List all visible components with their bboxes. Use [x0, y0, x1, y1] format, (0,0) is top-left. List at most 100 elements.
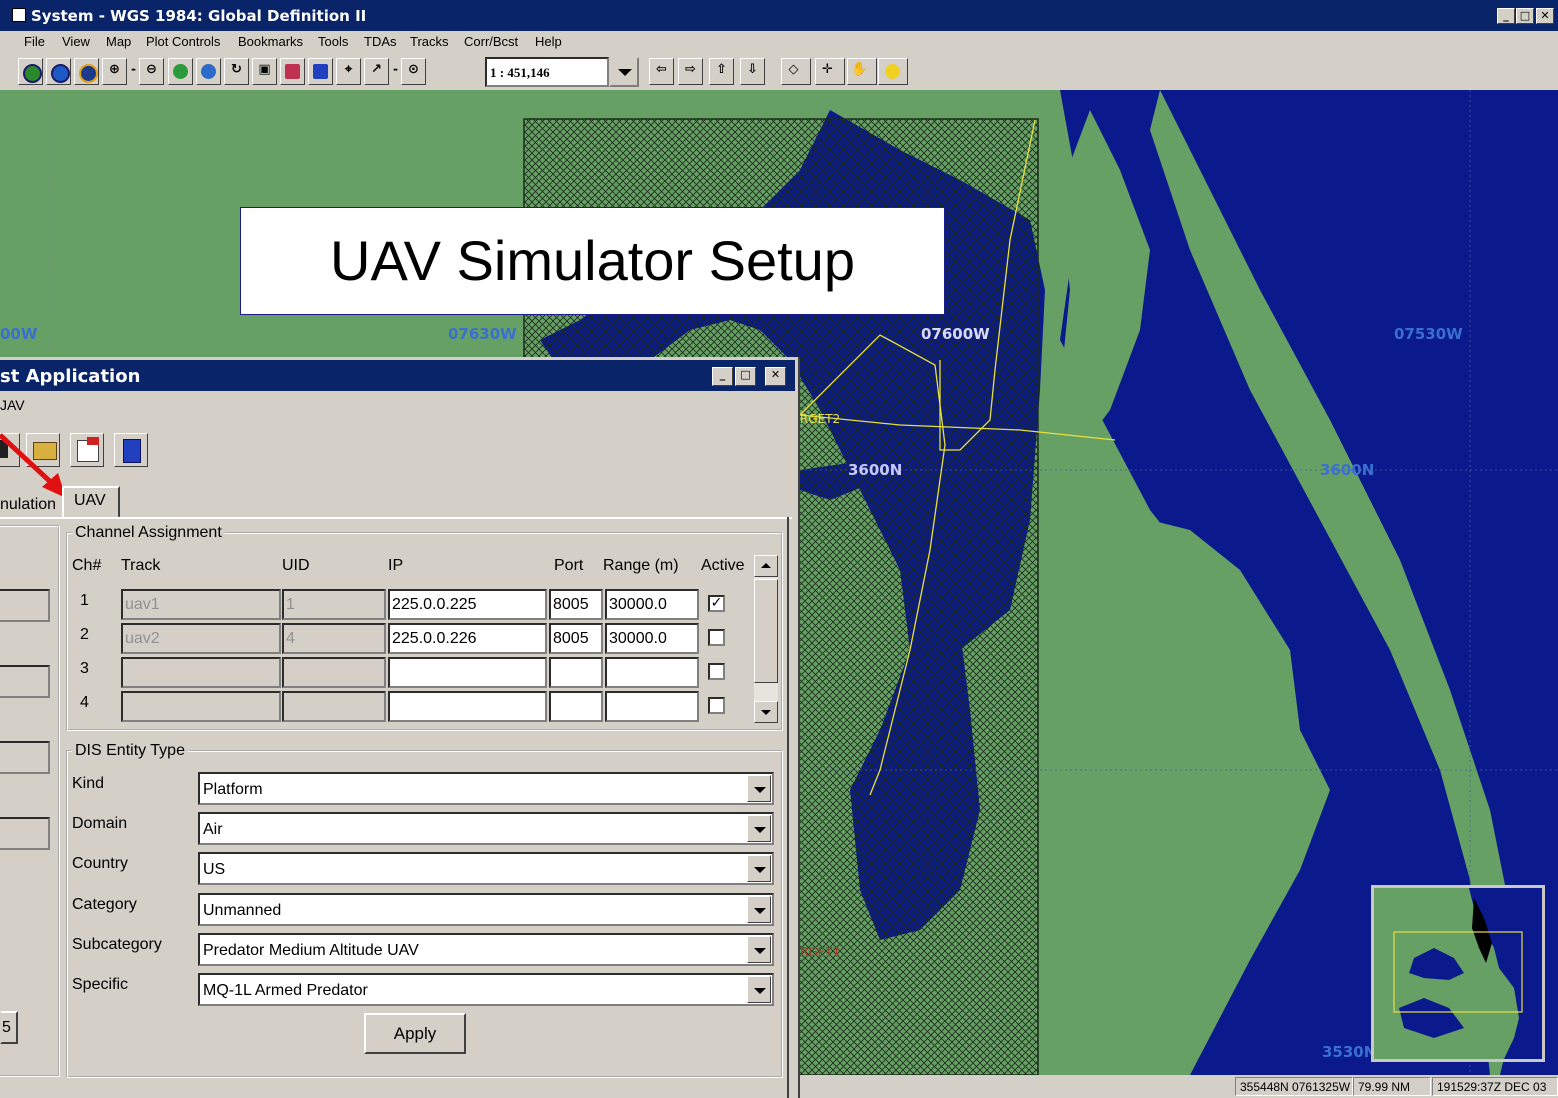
track-field[interactable]: uav2	[121, 623, 281, 654]
chevron-down-icon[interactable]	[747, 936, 771, 963]
range-field[interactable]: 30000.0	[605, 623, 699, 654]
globe-rotate-icon[interactable]	[168, 58, 193, 85]
scale-dropdown-button[interactable]	[609, 57, 639, 87]
range-ring-icon[interactable]: ⊙	[401, 58, 426, 85]
channel-number: 3	[80, 660, 89, 677]
track-field[interactable]	[121, 657, 281, 688]
track-history-icon[interactable]	[280, 58, 305, 85]
menu-file[interactable]: File	[24, 34, 45, 49]
globe-center-icon[interactable]	[196, 58, 221, 85]
sun-center-icon[interactable]	[878, 58, 908, 85]
chevron-down-icon[interactable]	[747, 896, 771, 923]
apply-button[interactable]: Apply	[364, 1013, 466, 1054]
pan-up-icon[interactable]: ⇧	[709, 58, 734, 85]
select-tool-icon[interactable]: ◇	[781, 58, 811, 85]
zoom-in-icon[interactable]: ⊕	[102, 58, 127, 85]
pan-down-icon[interactable]: ⇩	[740, 58, 765, 85]
subcategory-label: Subcategory	[72, 936, 162, 953]
dialog-minimize-button[interactable]: _	[712, 367, 733, 386]
close-button[interactable]: ✕	[1536, 8, 1554, 24]
port-field[interactable]	[549, 657, 603, 688]
globe-west-icon[interactable]	[46, 58, 71, 85]
menu-bookmarks[interactable]: Bookmarks	[238, 34, 303, 49]
ip-field[interactable]: 225.0.0.226	[388, 623, 547, 654]
range-field[interactable]	[605, 657, 699, 688]
domain-select[interactable]: Air	[198, 812, 774, 845]
help-book-icon[interactable]	[114, 433, 148, 467]
zoom-out-icon[interactable]: ⊖	[139, 58, 164, 85]
port-field[interactable]	[549, 691, 603, 722]
left-button[interactable]: 5	[0, 1011, 18, 1044]
subcategory-select[interactable]: Predator Medium Altitude UAV	[198, 933, 774, 966]
scroll-down-icon[interactable]	[754, 701, 778, 723]
menu-help[interactable]: Help	[535, 34, 562, 49]
scroll-thumb[interactable]	[754, 579, 778, 683]
crosshair-icon[interactable]: ✛	[815, 58, 845, 85]
dialog-title-bar: st Application _ □ ✕	[0, 360, 795, 391]
menu-tools[interactable]: Tools	[318, 34, 348, 49]
menu-corr-bcst[interactable]: Corr/Bcst	[464, 34, 518, 49]
menu-plot-controls[interactable]: Plot Controls	[146, 34, 220, 49]
track-field[interactable]: uav1	[121, 589, 281, 620]
overview-inset[interactable]	[1371, 885, 1545, 1062]
ip-field[interactable]: 225.0.0.225	[388, 589, 547, 620]
uid-field[interactable]	[282, 657, 386, 688]
maximize-button[interactable]: □	[1516, 8, 1534, 24]
channel-scrollbar[interactable]	[754, 555, 778, 723]
menu-tracks[interactable]: Tracks	[410, 34, 449, 49]
track-label[interactable]: RGET2	[800, 412, 840, 426]
range-field[interactable]	[605, 691, 699, 722]
range-field[interactable]: 30000.0	[605, 589, 699, 620]
test-application-dialog: st Application _ □ ✕ JAV nulation UAV 5 …	[0, 357, 800, 1098]
uid-field[interactable]: 4	[282, 623, 386, 654]
track-field[interactable]	[121, 691, 281, 722]
port-field[interactable]: 8005	[549, 589, 603, 620]
left-field[interactable]	[0, 589, 50, 622]
tab-uav[interactable]: UAV	[62, 486, 120, 518]
globe-home-icon[interactable]	[18, 58, 43, 85]
menu-view[interactable]: View	[62, 34, 90, 49]
chevron-down-icon[interactable]	[747, 815, 771, 842]
minimize-button[interactable]: _	[1497, 8, 1515, 24]
measure-icon[interactable]: ⌖	[336, 58, 361, 85]
chevron-down-icon[interactable]	[747, 775, 771, 802]
left-field[interactable]	[0, 741, 50, 774]
country-select[interactable]: US	[198, 852, 774, 885]
port-field[interactable]: 8005	[549, 623, 603, 654]
scroll-up-icon[interactable]	[754, 555, 778, 577]
hand-pan-icon[interactable]: ✋	[847, 58, 877, 85]
layers-icon[interactable]	[308, 58, 333, 85]
pan-right-icon[interactable]: ⇨	[678, 58, 703, 85]
uid-field[interactable]: 1	[282, 589, 386, 620]
active-checkbox[interactable]	[708, 697, 725, 714]
window-title: System - WGS 1984: Global Definition II	[31, 7, 367, 25]
grid-label: 07530W	[1394, 325, 1463, 343]
chevron-down-icon[interactable]	[747, 976, 771, 1003]
pan-left-icon[interactable]: ⇦	[649, 58, 674, 85]
dialog-close-button[interactable]: ✕	[765, 367, 786, 386]
chevron-down-icon[interactable]	[747, 855, 771, 882]
globe-east-icon[interactable]	[74, 58, 99, 85]
scale-input[interactable]: 1 : 451,146	[485, 57, 609, 87]
kind-select[interactable]: Platform	[198, 772, 774, 805]
specific-select[interactable]: MQ-1L Armed Predator	[198, 973, 774, 1006]
active-checkbox[interactable]: ✓	[708, 595, 725, 612]
header-ip: IP	[388, 557, 404, 574]
left-field[interactable]	[0, 665, 50, 698]
draw-line-icon[interactable]: ↗	[364, 58, 389, 85]
left-field[interactable]	[0, 817, 50, 850]
refresh-icon[interactable]: ↻	[224, 58, 249, 85]
active-checkbox[interactable]	[708, 629, 725, 646]
menu-tdas[interactable]: TDAs	[364, 34, 397, 49]
uid-field[interactable]	[282, 691, 386, 722]
dialog-maximize-button[interactable]: □	[735, 367, 756, 386]
camera-icon[interactable]: ▣	[252, 58, 277, 85]
active-checkbox[interactable]	[708, 663, 725, 680]
tab-simulation[interactable]: nulation	[0, 496, 56, 514]
subcategory-value: Predator Medium Altitude UAV	[203, 942, 419, 959]
category-select[interactable]: Unmanned	[198, 893, 774, 926]
track-label[interactable]: RGET1	[800, 945, 840, 959]
ip-field[interactable]	[388, 691, 547, 722]
menu-map[interactable]: Map	[106, 34, 131, 49]
ip-field[interactable]	[388, 657, 547, 688]
